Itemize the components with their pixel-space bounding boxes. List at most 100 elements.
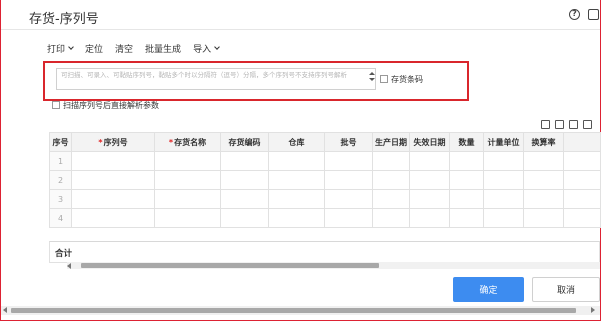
scroll-right-arrow-icon[interactable] [591,307,595,313]
grid-cell[interactable] [449,170,484,190]
grid-cell[interactable] [220,151,269,171]
clear-button[interactable]: 清空 [115,42,133,55]
input-scroll-arrows[interactable] [368,69,375,89]
grid-cell[interactable] [563,189,601,209]
grid-cell[interactable] [71,189,155,209]
inventory-barcode-checkbox[interactable] [380,75,388,83]
table-row: 3 [49,189,601,209]
add-row-icon[interactable] [541,120,550,129]
maximize-icon[interactable] [588,9,599,20]
col-header-expiry-date: 失效日期 [409,132,450,152]
table-row: 4 [49,208,601,228]
grid-cell[interactable] [324,208,373,228]
table-row: 2 [49,170,601,190]
paste-row-icon[interactable] [569,120,578,129]
grid-cell[interactable] [220,170,269,190]
grid-cell[interactable] [268,151,325,171]
grid-cell[interactable] [324,170,373,190]
grid-cell[interactable] [483,151,524,171]
grid-cell[interactable] [220,208,269,228]
grid-cell[interactable] [372,208,410,228]
grid-header-row: 序号 *序列号 *存货名称 存货编码 仓库 批号 生产日期 失效日期 数量 计量… [49,132,601,152]
grid-cell[interactable] [71,208,155,228]
locate-button[interactable]: 定位 [85,42,103,55]
grid-cell[interactable] [372,151,410,171]
dialog-title: 存货-序列号 [29,12,99,27]
grid-cell[interactable] [563,170,601,190]
grid-cell[interactable] [483,208,524,228]
col-header-unit: 计量单位 [483,132,524,152]
grid-cell[interactable] [483,189,524,209]
col-header-serial: *序列号 [71,132,155,152]
grid-cell[interactable] [409,189,450,209]
grid-cell[interactable] [71,170,155,190]
grid-horizontal-scrollbar[interactable] [67,262,600,269]
help-icon[interactable]: ? [569,9,580,20]
grid-cell[interactable] [523,151,564,171]
grid-cell[interactable] [220,189,269,209]
grid-cell[interactable] [154,189,221,209]
scroll-left-arrow-icon[interactable] [3,307,7,313]
arrow-down-icon [368,78,375,81]
grid-cell[interactable] [409,170,450,190]
scroll-thumb[interactable] [81,263,379,268]
grid-cell[interactable] [409,151,450,171]
scan-parse-label: 扫描序列号后直接解析参数 [63,101,159,110]
row-index: 1 [49,151,72,171]
grid-cell[interactable] [449,208,484,228]
grid-cell[interactable] [483,170,524,190]
cancel-button[interactable]: 取消 [532,277,600,302]
col-header-rate: 换算率 [523,132,564,152]
import-menu-button[interactable]: 导入 [193,42,220,55]
print-menu-button[interactable]: 打印 [47,42,74,55]
page-horizontal-scrollbar[interactable] [1,306,600,315]
col-header-serial-label: 序列号 [103,137,128,147]
grid-cell[interactable] [154,151,221,171]
grid-cell[interactable] [449,151,484,171]
grid-cell[interactable] [154,208,221,228]
grid-cell[interactable] [324,189,373,209]
grid-cell[interactable] [71,151,155,171]
col-header-item-name: *存货名称 [154,132,221,152]
grid-cell[interactable] [154,170,221,190]
row-index: 3 [49,189,72,209]
col-header-index: 序号 [49,132,72,152]
total-label: 合计 [55,249,73,259]
batch-generate-button[interactable]: 批量生成 [145,42,181,55]
required-mark: * [168,137,174,147]
print-label: 打印 [47,44,66,55]
chevron-down-icon [214,43,220,50]
grid-cell[interactable] [563,208,601,228]
settings-icon[interactable] [583,120,592,129]
serial-number-input[interactable]: 可扫描、可录入、可黏贴序列号，黏贴多个时以分隔符（逗号）分隔，多个序列号不支持序… [56,68,376,90]
grid-cell[interactable] [449,189,484,209]
row-index: 2 [49,170,72,190]
total-row: 合计 [49,241,600,263]
toolbar: 打印 定位 清空 批量生成 导入 [47,42,220,55]
grid-cell[interactable] [268,170,325,190]
grid-cell[interactable] [372,189,410,209]
col-header-quantity: 数量 [449,132,484,152]
grid-cell[interactable] [409,208,450,228]
inventory-barcode-label: 存货条码 [391,75,423,84]
grid-tools [541,120,592,129]
confirm-button[interactable]: 确定 [453,277,524,302]
grid-cell[interactable] [372,170,410,190]
col-header-batch: 批号 [324,132,373,152]
grid-cell[interactable] [268,208,325,228]
grid-cell[interactable] [324,151,373,171]
grid-cell[interactable] [523,170,564,190]
col-header-production-date: 生产日期 [372,132,410,152]
table-row: 1 [49,151,601,171]
scroll-left-arrow-icon[interactable] [67,263,71,269]
grid-cell[interactable] [523,189,564,209]
arrow-up-icon [368,72,375,75]
scan-parse-checkbox[interactable] [52,101,60,109]
copy-row-icon[interactable] [555,120,564,129]
scroll-thumb[interactable] [11,308,576,313]
required-mark: * [98,137,103,147]
grid-cell[interactable] [563,151,601,171]
grid-cell[interactable] [268,189,325,209]
grid-cell[interactable] [523,208,564,228]
col-header-item-code: 存货编码 [220,132,269,152]
